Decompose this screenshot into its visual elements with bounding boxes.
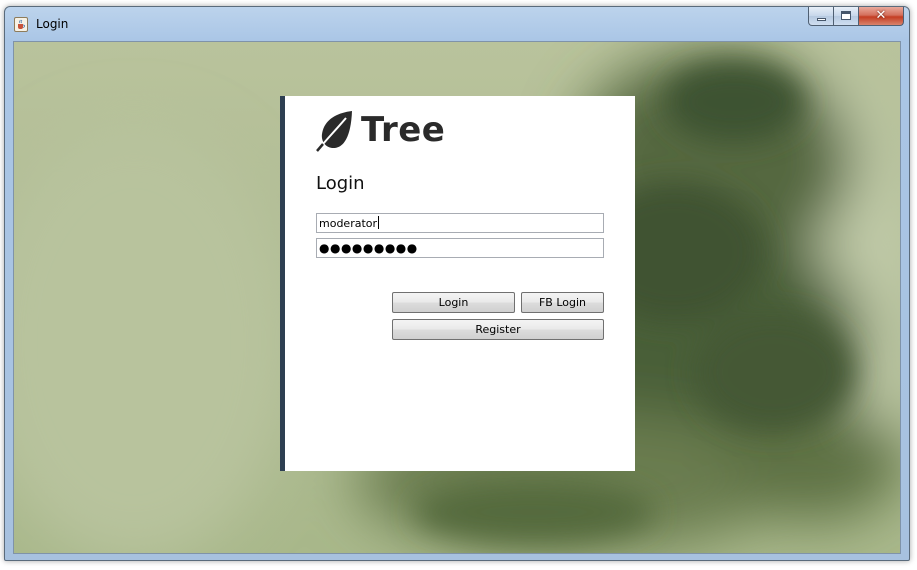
- close-button[interactable]: ✕: [859, 7, 904, 26]
- fb-login-button[interactable]: FB Login: [521, 292, 604, 313]
- login-card: Tree Login moderator ●●●●●●●●● Login FB …: [280, 96, 635, 471]
- maximize-button[interactable]: [834, 7, 859, 26]
- minimize-button[interactable]: [808, 7, 834, 26]
- password-field[interactable]: ●●●●●●●●●: [316, 238, 604, 258]
- caption-buttons: ✕: [808, 7, 904, 27]
- login-button[interactable]: Login: [392, 292, 515, 313]
- login-window: Login ✕ Tree Login moderator ●●●●●●●●● L…: [4, 6, 910, 561]
- username-value: moderator: [319, 217, 378, 230]
- login-heading: Login: [316, 173, 365, 194]
- password-mask: ●●●●●●●●●: [319, 241, 418, 255]
- register-button[interactable]: Register: [392, 319, 604, 340]
- java-cup-icon: [14, 17, 28, 32]
- brand-name: Tree: [361, 110, 446, 150]
- client-area: Tree Login moderator ●●●●●●●●● Login FB …: [13, 41, 901, 554]
- window-title: Login: [36, 17, 69, 31]
- username-field[interactable]: moderator: [316, 213, 604, 233]
- leaf-icon: [316, 111, 352, 152]
- close-icon: ✕: [875, 8, 887, 23]
- window-titlebar[interactable]: Login ✕: [5, 7, 909, 41]
- text-caret: [378, 216, 380, 229]
